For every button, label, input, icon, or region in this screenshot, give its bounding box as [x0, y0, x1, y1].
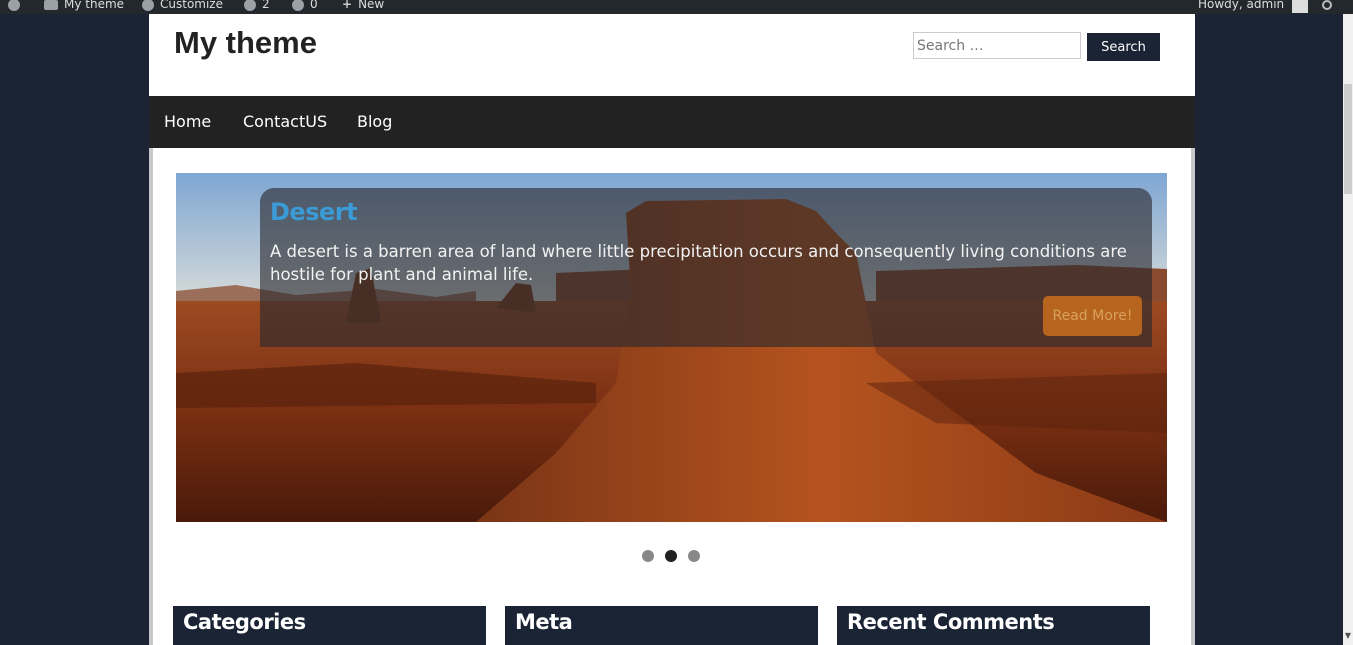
admin-bar-account[interactable]: Howdy, admin	[1198, 0, 1309, 13]
scroll-down-arrow-icon[interactable]: ▼	[1344, 632, 1352, 640]
admin-bar-customize[interactable]: Customize	[142, 0, 223, 13]
widget-meta: Meta	[505, 606, 818, 645]
admin-bar-search-icon[interactable]	[1322, 0, 1338, 13]
slider-dot-2[interactable]	[665, 550, 677, 562]
content-left-border	[149, 148, 153, 645]
avatar	[1292, 0, 1309, 13]
admin-bar-comments[interactable]: 0	[292, 0, 318, 13]
brush-icon	[142, 0, 154, 11]
widget-recent-comments: Recent Comments	[837, 606, 1150, 645]
widget-title: Categories	[183, 610, 306, 634]
page-scrollbar[interactable]: ▼	[1343, 14, 1353, 645]
admin-bar-updates[interactable]: 2	[244, 0, 270, 13]
admin-bar: My theme Customize 2 0 + New Howdy, admin	[0, 0, 1353, 14]
slide-caption: Desert A desert is a barren area of land…	[260, 188, 1152, 347]
plus-icon: +	[342, 0, 353, 11]
widget-title: Meta	[515, 610, 573, 634]
slider-dot-1[interactable]	[642, 550, 654, 562]
main-navigation: Home ContactUS Blog	[149, 96, 1195, 148]
wordpress-logo-icon[interactable]	[8, 0, 26, 13]
slider-dot-3[interactable]	[688, 550, 700, 562]
admin-bar-site-name[interactable]: My theme	[44, 0, 124, 13]
widget-categories: Categories	[173, 606, 486, 645]
scroll-thumb[interactable]	[1344, 84, 1352, 194]
slide-title[interactable]: Desert	[270, 198, 358, 226]
comment-icon	[292, 0, 304, 11]
search-button[interactable]: Search	[1087, 33, 1160, 61]
updates-icon	[244, 0, 256, 11]
widget-title: Recent Comments	[847, 610, 1055, 634]
content-right-border	[1191, 148, 1195, 645]
site-container: My theme Search Home ContactUS Blog	[149, 14, 1195, 645]
home-icon	[44, 0, 58, 10]
slide-description: A desert is a barren area of land where …	[270, 242, 1127, 284]
read-more-button[interactable]: Read More!	[1043, 296, 1142, 336]
nav-item-blog[interactable]: Blog	[357, 96, 392, 148]
search-input[interactable]	[913, 32, 1081, 59]
admin-bar-new[interactable]: + New	[342, 0, 384, 13]
nav-item-contactus[interactable]: ContactUS	[243, 96, 327, 148]
site-title[interactable]: My theme	[174, 25, 317, 61]
image-slider[interactable]: Desert A desert is a barren area of land…	[176, 173, 1167, 522]
nav-item-home[interactable]: Home	[164, 96, 211, 148]
